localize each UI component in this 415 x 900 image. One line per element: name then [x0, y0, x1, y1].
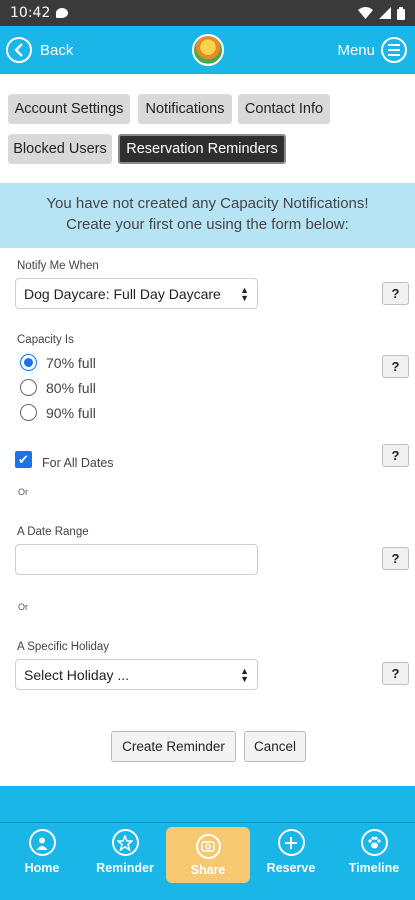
- all-dates-help-button[interactable]: ?: [382, 444, 409, 467]
- home-icon: [28, 829, 56, 856]
- capacity-option-80[interactable]: 80% full: [20, 379, 96, 396]
- status-time: 10:42: [10, 5, 51, 21]
- holiday-value: Select Holiday ...: [24, 666, 130, 683]
- holiday-label: A Specific Holiday: [17, 641, 110, 653]
- capacity-label: Capacity Is: [17, 334, 74, 346]
- top-nav-bar: Back Menu: [0, 26, 415, 74]
- tab-contact-info[interactable]: Contact Info: [238, 94, 330, 124]
- notify-service-value: Dog Daycare: Full Day Daycare: [24, 285, 221, 302]
- capacity-option-label: 80% full: [46, 379, 96, 396]
- status-icons: [358, 6, 405, 20]
- radio-unchecked-icon: [20, 379, 37, 396]
- nav-timeline-label: Timeline: [348, 861, 400, 875]
- nav-reminder-label: Reminder: [96, 861, 154, 875]
- back-button[interactable]: Back: [6, 37, 73, 63]
- nav-share[interactable]: Share: [166, 827, 250, 883]
- select-arrows-icon: ▲ ▼: [240, 665, 249, 684]
- capacity-option-70[interactable]: 70% full: [20, 354, 96, 371]
- capacity-option-90[interactable]: 90% full: [20, 404, 96, 421]
- or-separator: Or: [18, 602, 28, 612]
- app-logo[interactable]: [192, 34, 224, 66]
- radio-checked-icon: [20, 354, 37, 371]
- paw-icon: [360, 829, 388, 856]
- tab-blocked-users[interactable]: Blocked Users: [8, 134, 112, 164]
- notify-label: Notify Me When: [17, 260, 99, 272]
- hamburger-icon: [381, 37, 407, 63]
- camera-icon: [195, 833, 221, 859]
- menu-label: Menu: [337, 41, 375, 59]
- back-label: Back: [40, 41, 74, 59]
- notify-help-button[interactable]: ?: [382, 282, 409, 305]
- nav-reserve-label: Reserve: [266, 861, 316, 875]
- holiday-help-button[interactable]: ?: [382, 662, 409, 685]
- cellular-signal-icon: [379, 7, 391, 19]
- checkmark-icon: ✔: [18, 451, 29, 467]
- nav-reminder[interactable]: Reminder: [89, 829, 161, 875]
- date-range-input[interactable]: [15, 544, 258, 575]
- nav-reserve[interactable]: Reserve: [255, 829, 327, 875]
- footer: [0, 786, 415, 822]
- notify-service-select[interactable]: Dog Daycare: Full Day Daycare ▲ ▼: [15, 278, 258, 309]
- gesture-bar: [0, 888, 415, 900]
- holiday-select[interactable]: Select Holiday ... ▲ ▼: [15, 659, 258, 690]
- date-range-label: A Date Range: [17, 526, 89, 538]
- create-reminder-button[interactable]: Create Reminder: [111, 731, 236, 762]
- select-arrows-icon: ▲ ▼: [240, 284, 249, 303]
- all-dates-label: For All Dates: [42, 456, 114, 470]
- radio-unchecked-icon: [20, 404, 37, 421]
- all-dates-checkbox[interactable]: ✔: [15, 451, 32, 468]
- tab-account-settings[interactable]: Account Settings: [8, 94, 130, 124]
- plus-icon: [277, 829, 305, 856]
- or-separator: Or: [18, 487, 28, 497]
- nav-home[interactable]: Home: [6, 829, 78, 875]
- chevron-left-icon: [6, 37, 32, 63]
- empty-state-banner: You have not created any Capacity Notifi…: [0, 183, 415, 248]
- banner-line-1: You have not created any Capacity Notifi…: [46, 195, 369, 212]
- message-notification-icon: [56, 8, 69, 18]
- bottom-nav-bar: Home Reminder Share Reserve Timeline: [0, 822, 415, 888]
- nav-home-label: Home: [24, 861, 60, 875]
- capacity-help-button[interactable]: ?: [382, 355, 409, 378]
- banner-line-2: Create your first one using the form bel…: [66, 216, 349, 233]
- date-range-help-button[interactable]: ?: [382, 547, 409, 570]
- battery-icon: [397, 6, 405, 20]
- capacity-option-label: 90% full: [46, 404, 96, 421]
- cancel-button[interactable]: Cancel: [244, 731, 306, 762]
- wifi-icon: [358, 7, 373, 19]
- menu-button[interactable]: Menu: [337, 37, 407, 63]
- star-icon: [111, 829, 139, 856]
- tab-reservation-reminders[interactable]: Reservation Reminders: [118, 134, 286, 164]
- nav-timeline[interactable]: Timeline: [338, 829, 410, 875]
- nav-share-label: Share: [190, 862, 226, 877]
- status-bar: 10:42: [0, 0, 415, 26]
- capacity-option-label: 70% full: [46, 354, 96, 371]
- tab-notifications[interactable]: Notifications: [138, 94, 232, 124]
